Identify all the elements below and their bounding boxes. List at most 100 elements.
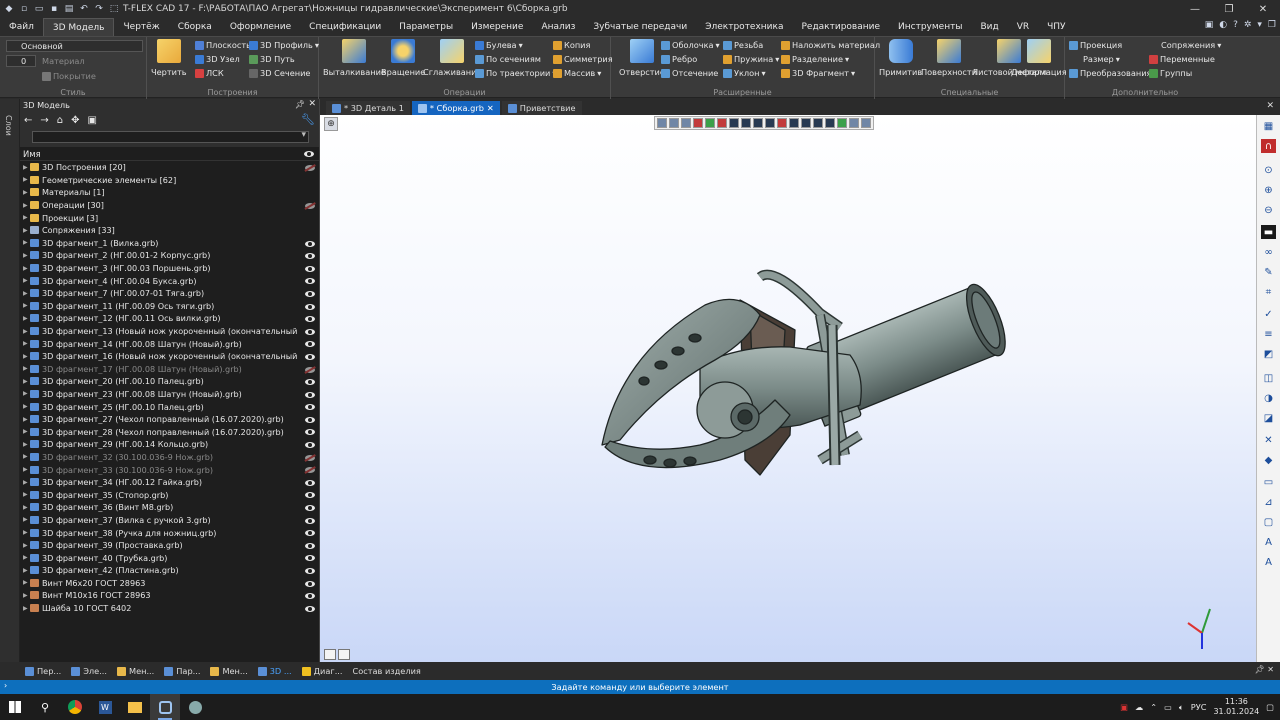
menu-item[interactable]: Электротехника <box>696 18 792 36</box>
tree-row[interactable]: ▶ 3D фрагмент_35 (Стопор.grb) <box>20 488 319 501</box>
visible-eye-icon[interactable] <box>305 379 315 386</box>
expand-arrow-icon[interactable]: ▶ <box>23 529 30 536</box>
visible-eye-icon[interactable] <box>305 593 315 600</box>
bottom-tab[interactable]: Диаг... <box>297 662 348 680</box>
projection-button[interactable]: Проекция <box>1069 40 1122 50</box>
tree-row[interactable]: ▶ 3D фрагмент_17 (НГ.00.08 Шатун (Новый).… <box>20 363 319 376</box>
tree-row[interactable]: ▶ 3D фрагмент_32 (30.100.036-9 Нож.grb) <box>20 451 319 464</box>
tree-row[interactable]: ▶ 3D фрагмент_11 (НГ.00.09 Ось тяги.grb) <box>20 300 319 313</box>
rib-button[interactable]: Ребро <box>661 54 697 64</box>
draw-button[interactable]: Чертить <box>151 39 187 77</box>
tray-cloud-icon[interactable]: ☁ <box>1135 702 1143 712</box>
split-button[interactable]: Разделение ▾ <box>781 54 849 64</box>
tree-row[interactable]: ▶ 3D фрагмент_28 (Чехол поправленный (16.… <box>20 425 319 438</box>
tree-row[interactable]: ▶ 3D фрагмент_20 (НГ.00.10 Палец.grb) <box>20 375 319 388</box>
expand-arrow-icon[interactable]: ▶ <box>23 265 30 272</box>
home-icon[interactable]: ⌂ <box>57 115 63 126</box>
3d-viewport[interactable]: ⊕ <box>320 115 1256 662</box>
visible-eye-icon[interactable] <box>305 568 315 574</box>
back-arrow-icon[interactable]: ← <box>24 115 32 126</box>
layer-select[interactable]: Основной <box>6 40 143 52</box>
tree-row[interactable]: ▶ 3D фрагмент_14 (НГ.00.08 Шатун (Новый).… <box>20 337 319 350</box>
ruler-icon[interactable]: ⊿ <box>1261 495 1276 509</box>
visible-eye-icon[interactable] <box>305 416 315 423</box>
expand-arrow-icon[interactable]: ▶ <box>23 164 30 171</box>
hidden-eye-icon[interactable] <box>305 202 315 209</box>
tree-row[interactable]: ▶ 3D фрагмент_40 (Трубка.grb) <box>20 551 319 564</box>
lang-indicator[interactable]: РУС <box>1191 702 1207 712</box>
text-large-icon[interactable]: A <box>1261 535 1276 549</box>
visible-eye-icon[interactable] <box>305 517 315 524</box>
rotate-button[interactable]: Вращение <box>381 39 425 77</box>
expand-arrow-icon[interactable]: ▶ <box>23 567 30 574</box>
restore-icon[interactable]: ❐ <box>1268 20 1276 30</box>
mates-button[interactable]: Сопряжения ▾ <box>1161 40 1221 50</box>
visible-eye-icon[interactable] <box>305 429 315 436</box>
tree-row[interactable]: ▶ 3D Построения [20] <box>20 161 319 174</box>
visible-eye-icon[interactable] <box>305 265 315 272</box>
expand-arrow-icon[interactable]: ▶ <box>23 441 30 448</box>
draft-button[interactable]: Уклон ▾ <box>723 68 766 78</box>
print-icon[interactable]: ▤ <box>64 4 74 14</box>
notifications-icon[interactable]: ▢ <box>1266 702 1274 712</box>
deform-button[interactable]: Деформация <box>1011 39 1067 77</box>
expand-arrow-icon[interactable]: ▶ <box>23 579 30 586</box>
menu-item[interactable]: Спецификации <box>300 18 390 36</box>
expand-arrow-icon[interactable]: ▶ <box>23 353 30 360</box>
open-file-icon[interactable]: ▭ <box>34 4 44 14</box>
glasses-icon[interactable]: ∞ <box>1261 245 1276 259</box>
expand-arrow-icon[interactable]: ▶ <box>23 176 30 183</box>
explorer-button[interactable] <box>120 694 150 720</box>
tree-row[interactable]: ▶ 3D фрагмент_23 (НГ.00.08 Шатун (Новый).… <box>20 388 319 401</box>
undo-icon[interactable]: ↶ <box>79 4 89 14</box>
tree-row[interactable]: ▶ Шайба 10 ГОСТ 6402 <box>20 602 319 615</box>
copy-button[interactable]: Копия <box>553 40 590 50</box>
transform-button[interactable]: Преобразования <box>1069 68 1151 78</box>
filter-combo[interactable] <box>32 130 309 143</box>
expand-icon[interactable]: ✥ <box>71 115 79 126</box>
menu-item[interactable]: Зубчатые передачи <box>584 18 696 36</box>
visible-eye-icon[interactable] <box>305 442 315 449</box>
menu-item[interactable]: Редактирование <box>792 18 889 36</box>
node3d-button[interactable]: 3D Узел <box>195 54 240 64</box>
visible-eye-icon[interactable] <box>305 303 315 310</box>
cursor-icon[interactable]: ⬚ <box>109 4 119 14</box>
black-mode-icon[interactable]: ▬ <box>1261 225 1276 239</box>
symmetry-button[interactable]: Симметрия <box>553 54 613 64</box>
expand-arrow-icon[interactable]: ▶ <box>23 516 30 523</box>
layers-tab[interactable]: Слои <box>4 115 13 136</box>
settings-icon[interactable]: ✲ <box>1244 20 1252 30</box>
clock[interactable]: 11:36 31.01.2024 <box>1213 697 1259 717</box>
camera-icon[interactable]: ▢ <box>1261 515 1276 529</box>
boolean-button[interactable]: Булева ▾ <box>475 40 523 50</box>
hidden-eye-icon[interactable] <box>305 454 315 461</box>
document-tab[interactable]: Приветствие <box>501 101 582 115</box>
expand-arrow-icon[interactable]: ▶ <box>23 542 30 549</box>
expand-arrow-icon[interactable]: ▶ <box>23 466 30 473</box>
expand-arrow-icon[interactable]: ▶ <box>23 605 30 612</box>
minimize-button[interactable]: — <box>1178 0 1212 18</box>
text-small-icon[interactable]: A <box>1261 555 1276 569</box>
hole-button[interactable]: Отверстие <box>619 39 665 77</box>
tree-row[interactable]: ▶ Материалы [1] <box>20 186 319 199</box>
save-icon[interactable]: ▪ <box>49 4 59 14</box>
menu-item[interactable]: 3D Модель <box>42 18 115 36</box>
visible-eye-icon[interactable] <box>305 404 315 411</box>
apply-material-button[interactable]: Наложить материал <box>781 40 880 50</box>
extrude-button[interactable]: Выталкивание <box>323 39 386 77</box>
visible-eye-icon[interactable] <box>305 290 315 297</box>
expand-arrow-icon[interactable]: ▶ <box>23 315 30 322</box>
forward-arrow-icon[interactable]: → <box>40 115 48 126</box>
menu-item[interactable]: Оформление <box>221 18 300 36</box>
visible-eye-icon[interactable] <box>305 580 315 587</box>
expand-arrow-icon[interactable]: ▶ <box>23 453 30 460</box>
visible-eye-icon[interactable] <box>305 341 315 348</box>
other-app-button[interactable] <box>180 694 210 720</box>
menu-item[interactable]: Параметры <box>390 18 462 36</box>
expand-arrow-icon[interactable]: ▶ <box>23 290 30 297</box>
menu-item[interactable]: Вид <box>971 18 1007 36</box>
render-view-icon[interactable]: ◫ <box>1261 371 1276 385</box>
measure-icon[interactable]: ⌗ <box>1261 285 1276 299</box>
network-icon[interactable]: ▭ <box>1164 702 1172 712</box>
visible-eye-icon[interactable] <box>305 479 315 486</box>
